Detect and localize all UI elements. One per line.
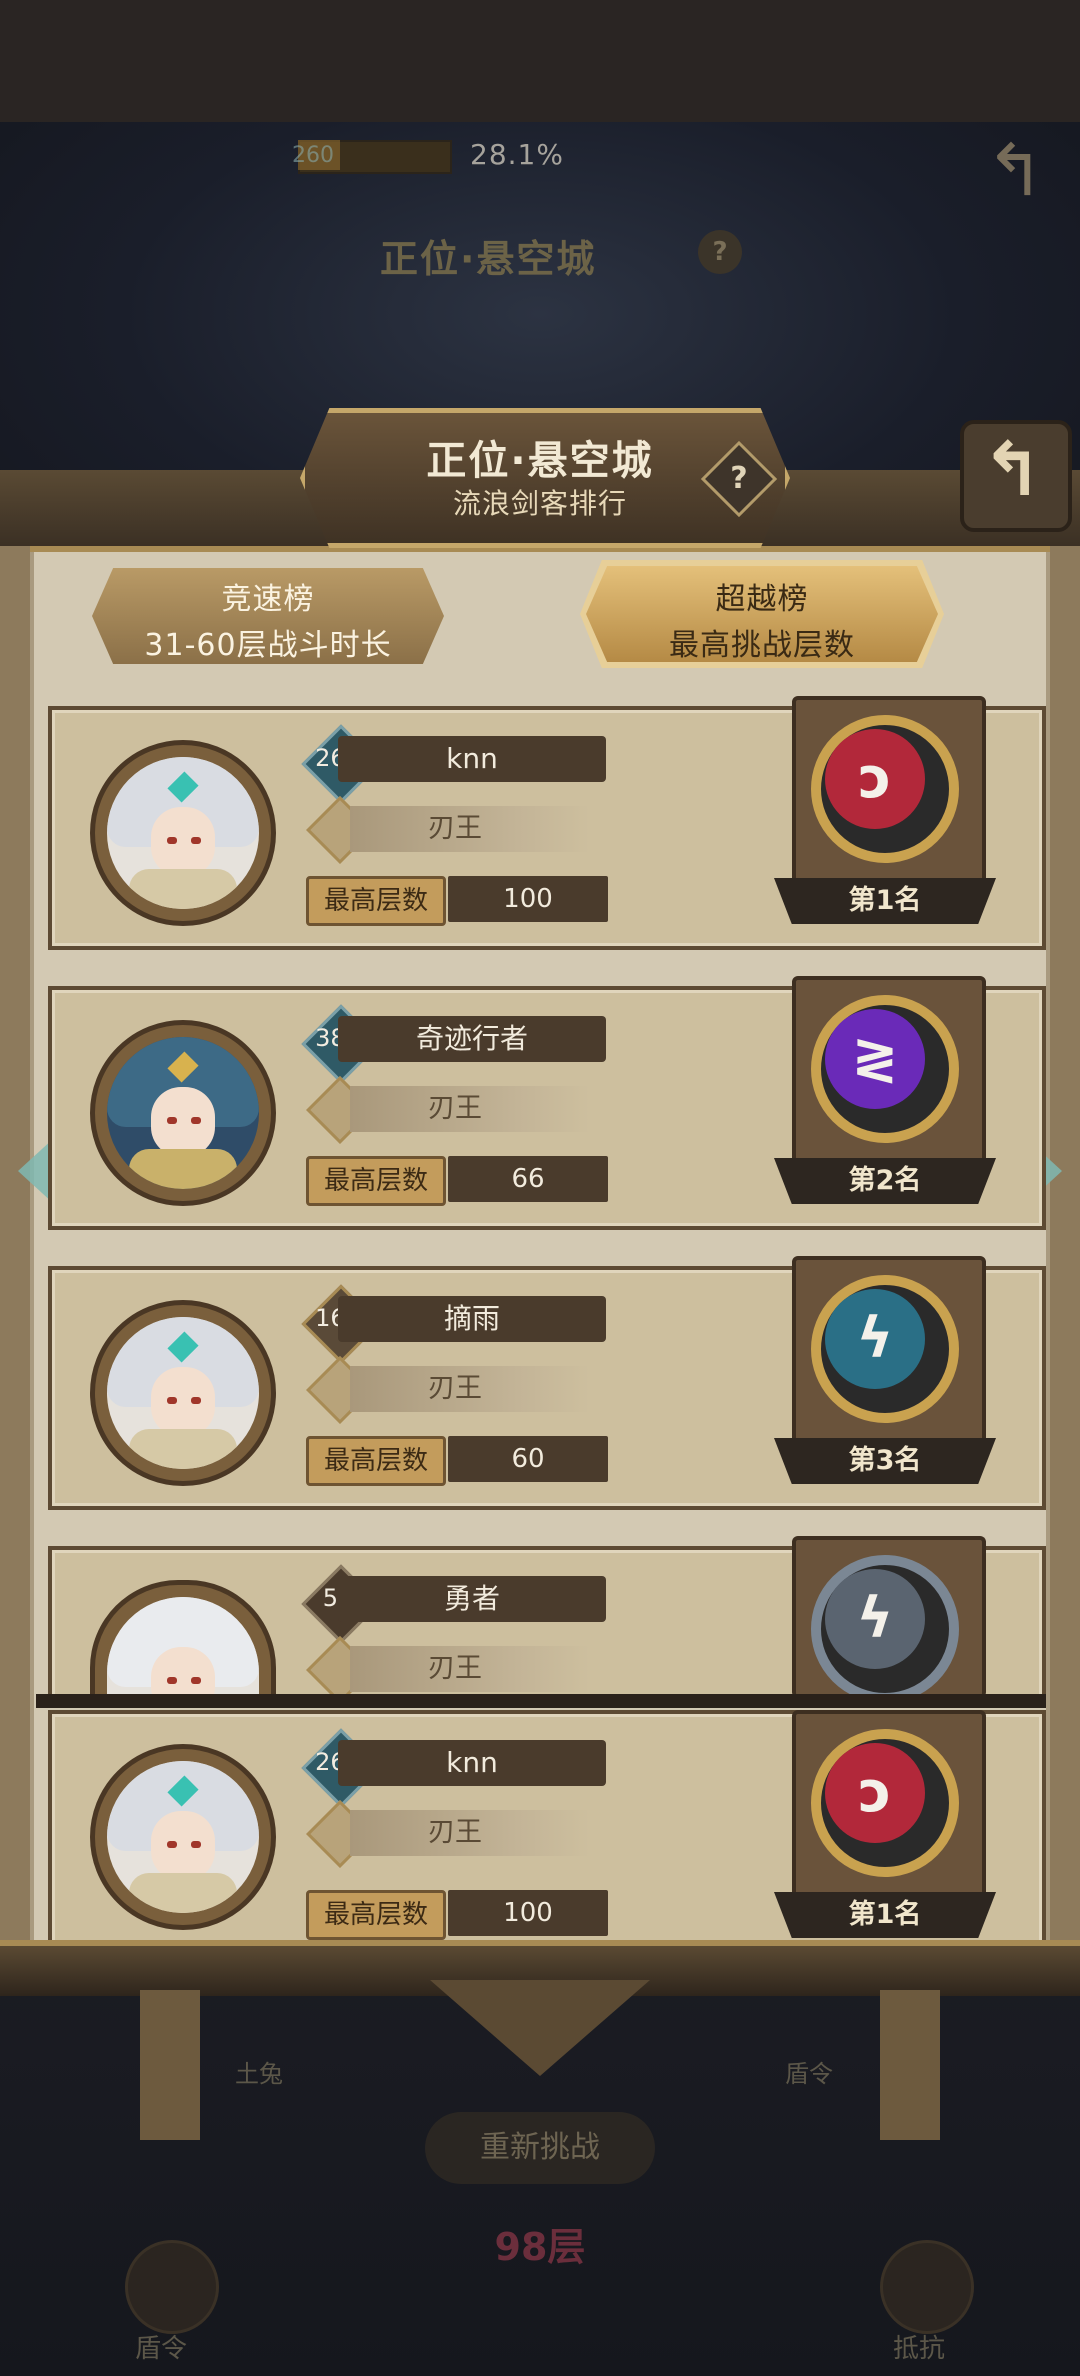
floor-value: 66 (511, 1164, 545, 1194)
rank-label: 第1名 (848, 1899, 922, 1930)
panel-subtitle: 流浪剑客排行 (452, 487, 627, 520)
tab-surpass-subtitle: 最高挑战层数 (669, 628, 855, 663)
floor-label: 最高层数 (323, 1446, 428, 1476)
tab-speed-title: 竞速榜 (221, 582, 315, 617)
medal-glyph-icon: ↄ (858, 1760, 892, 1825)
floor-label: 最高层数 (323, 886, 428, 916)
medal-glyph-icon: ϟ (856, 1586, 894, 1651)
background-back-icon: ↰ (984, 128, 1046, 212)
rank-label: 第3名 (848, 1445, 922, 1476)
floor-value: 60 (511, 1444, 545, 1474)
player-class: 刃王 (428, 1817, 482, 1848)
resist-emblem-icon (880, 2240, 974, 2334)
shield-emblem-icon (125, 2240, 219, 2334)
background-title: 正位·悬空城 (380, 237, 597, 281)
floor-label: 最高层数 (323, 1166, 428, 1196)
floor-label: 最高层数 (323, 1900, 428, 1930)
background-top-bar (0, 0, 1080, 122)
background-bottom-left-label: 盾令 (135, 2334, 188, 2364)
avatar (107, 757, 259, 909)
background-level-badge: 260 (292, 143, 334, 168)
background-progress-text: 28.1% (470, 138, 564, 171)
player-class: 刃王 (428, 1093, 482, 1124)
medal-glyph-icon: ↄ (858, 746, 892, 811)
panel-left-frame (0, 546, 30, 1960)
help-icon[interactable]: ? (712, 452, 766, 506)
floor-value: 100 (503, 1898, 553, 1928)
panel-right-leg (880, 1990, 940, 2140)
back-arrow-icon[interactable]: ↰ (960, 420, 1064, 524)
my-rank-separator (36, 1694, 1046, 1708)
medal-glyph-icon: ≷ (851, 1026, 899, 1091)
player-name: 奇迹行者 (415, 1022, 528, 1055)
avatar (107, 1037, 259, 1189)
player-name: 摘雨 (443, 1302, 500, 1335)
player-name: knn (446, 742, 498, 775)
panel-left-leg (140, 1990, 200, 2140)
background-floor-label: 98层 (494, 2225, 586, 2269)
background-right-label: 盾令 (785, 2060, 833, 2088)
player-class: 刃王 (428, 1373, 482, 1404)
medal-glyph-icon: ϟ (856, 1306, 894, 1371)
avatar (107, 1317, 259, 1469)
floor-value: 100 (503, 884, 553, 914)
tab-surpass-title: 超越榜 (715, 582, 809, 617)
retry-button: 重新挑战 (425, 2112, 655, 2184)
player-name: knn (446, 1746, 498, 1779)
tab-speed-subtitle: 31-60层战斗时长 (144, 628, 392, 663)
rank-label: 第1名 (848, 885, 922, 916)
player-name: 勇者 (443, 1582, 500, 1615)
panel-right-frame (1050, 546, 1080, 1960)
rank-label: 第2名 (848, 1165, 922, 1196)
player-class: 刃王 (428, 1653, 482, 1684)
player-class: 刃王 (428, 813, 482, 844)
background-bottom-right-label: 抵抗 (893, 2334, 946, 2364)
background-help-icon: ? (698, 230, 742, 274)
background-left-label: 土兔 (235, 2060, 283, 2088)
avatar (107, 1761, 259, 1913)
